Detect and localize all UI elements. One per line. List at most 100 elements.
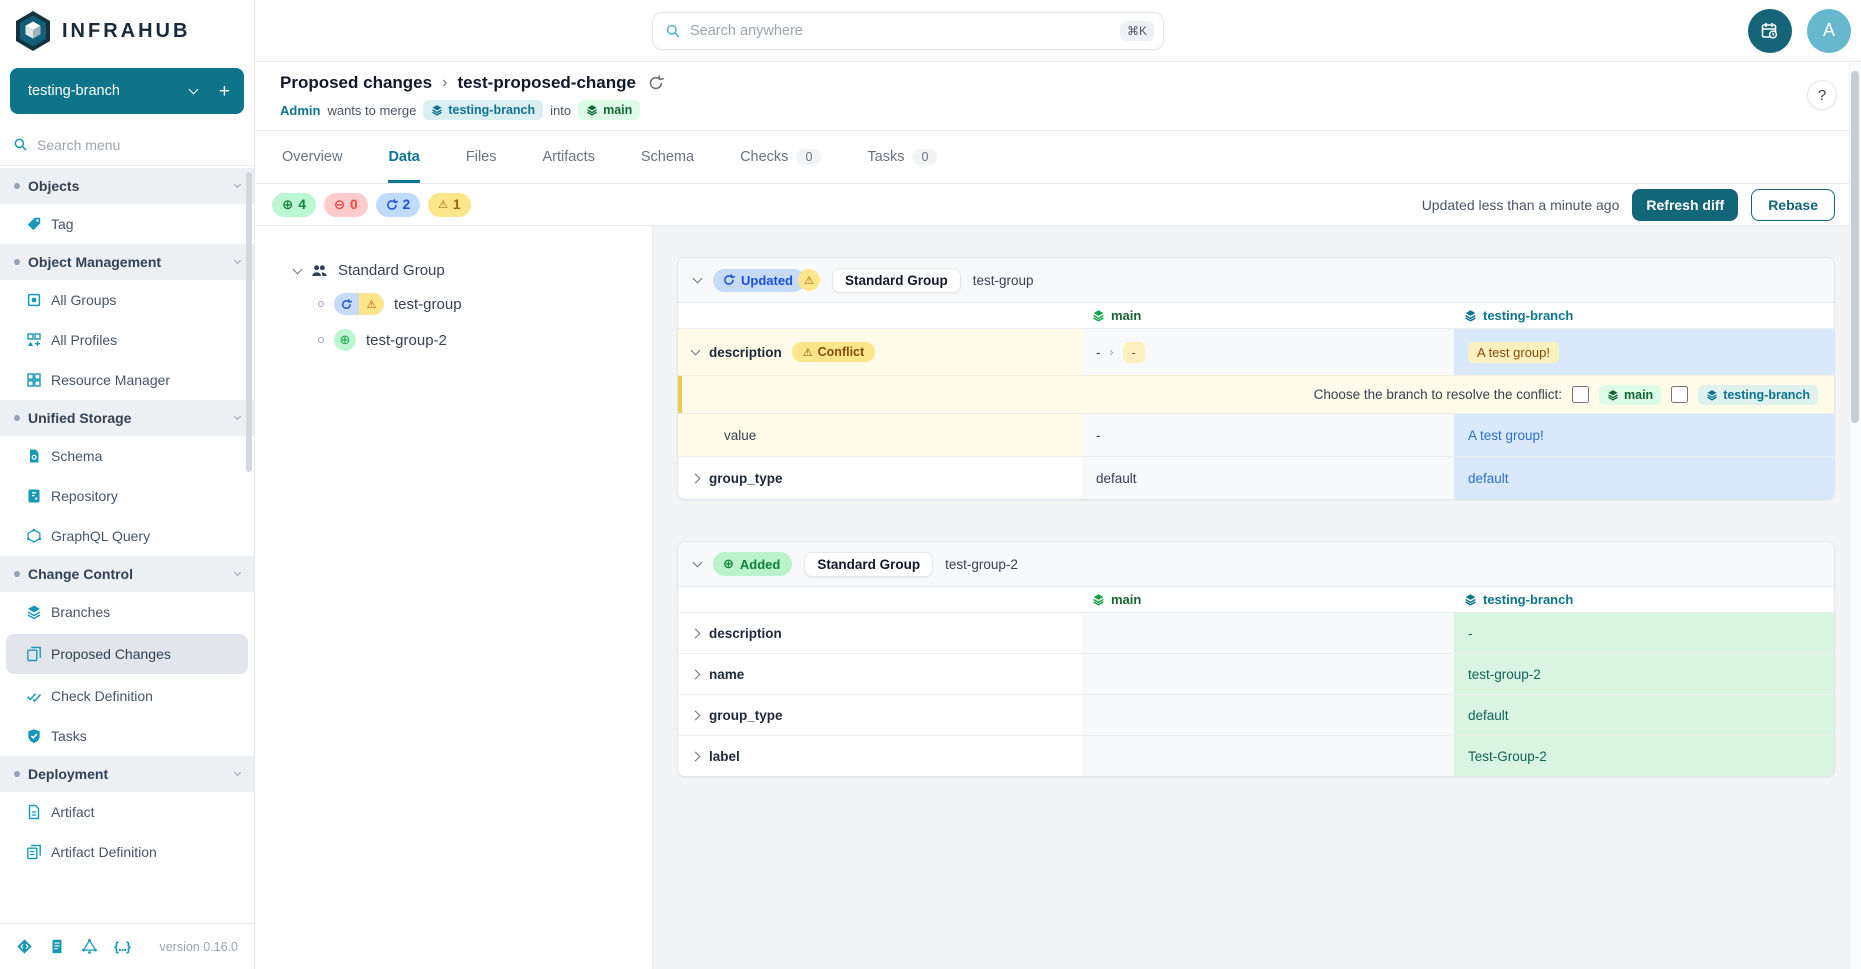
add-branch-button[interactable]: + [219,82,230,101]
breadcrumb-parent[interactable]: Proposed changes [280,73,432,93]
documents-icon [26,844,42,860]
last-updated-text: Updated less than a minute ago [1422,197,1620,213]
diff-row-label[interactable]: label Test-Group-2 [678,735,1834,776]
sidebar-item-all-groups[interactable]: All Groups [0,280,254,320]
diff-row-group-type[interactable]: group_type default default [678,456,1834,499]
resolve-main-badge[interactable]: main [1599,385,1661,405]
tab-checks[interactable]: Checks0 [740,131,821,183]
menu-section-objects[interactable]: Objects [0,168,254,204]
branch-icon [1464,309,1477,322]
main-value-cell: - › - [1082,329,1454,375]
tree-node-label: test-group [394,296,462,313]
main-value-cell [1082,654,1454,694]
sidebar-item-repository[interactable]: Repository [0,476,254,516]
tree-node-standard-group[interactable]: Standard Group [294,262,652,279]
sidebar-item-artifact[interactable]: Artifact [0,792,254,832]
tree-bullet-icon [318,337,324,343]
main-value-cell: default [1082,457,1454,499]
menu-section-change-control[interactable]: Change Control [0,556,254,592]
menu-search-input[interactable] [37,137,197,153]
shield-check-icon [26,728,42,744]
sidebar-menu: Objects Tag Object Management [0,166,254,923]
section-label: Objects [28,178,79,194]
circle-plus-icon: ⊕ [282,197,293,213]
rebase-button[interactable]: Rebase [1751,189,1835,221]
tab-files[interactable]: Files [466,131,497,183]
tree-node-test-group-2[interactable]: ⊕ test-group-2 [318,329,652,351]
repository-icon [26,488,42,504]
diff-card-test-group: Updated ⚠ Standard Group test-group main [677,257,1835,500]
tasks-count-badge: 0 [912,149,937,165]
sidebar-item-label: Check Definition [51,688,153,704]
sync-icon [334,293,359,315]
menu-section-deployment[interactable]: Deployment [0,756,254,792]
resolve-branch-checkbox[interactable] [1671,386,1688,403]
resolve-branch-badge[interactable]: testing-branch [1698,385,1818,405]
sidebar-item-artifact-definition[interactable]: Artifact Definition [0,832,254,872]
diff-row-name[interactable]: name test-group-2 [678,653,1834,694]
merge-author: Admin [280,103,320,118]
diff-card-header[interactable]: ⊕ Added Standard Group test-group-2 [678,542,1834,587]
sidebar-item-resource-manager[interactable]: Resource Manager [0,360,254,400]
tab-overview[interactable]: Overview [282,131,342,183]
branch-icon [1092,309,1105,322]
chevron-down-icon [693,274,703,284]
sidebar-item-branches[interactable]: Branches [0,592,254,632]
swagger-braces-icon[interactable]: {...} [114,939,130,954]
sidebar-item-tasks[interactable]: Tasks [0,716,254,756]
diff-row-group-type[interactable]: group_type default [678,694,1834,735]
graphql-playground-icon[interactable] [81,938,98,955]
window-scrollbar-thumb[interactable] [1851,71,1859,423]
docs-icon[interactable] [49,938,65,955]
status-updated-badge: Updated ⚠ [713,269,820,292]
source-branch-badge[interactable]: testing-branch [423,100,543,120]
branch-icon [1706,389,1718,401]
menu-search[interactable] [0,124,254,166]
branch-value-cell: A test group! [1454,329,1834,375]
tab-data[interactable]: Data [388,131,419,183]
sidebar-item-graphql-query[interactable]: GraphQL Query [0,516,254,556]
tab-bar: Overview Data Files Artifacts Schema Che… [256,131,1861,184]
warning-icon: ⚠ [798,269,820,291]
sidebar-item-label: Artifact [51,804,95,820]
tree-node-test-group[interactable]: ⚠ test-group [318,293,652,315]
window-scrollbar[interactable] [1849,63,1861,969]
section-label: Object Management [28,254,161,270]
conflict-resolve-row: Choose the branch to resolve the conflic… [678,375,1834,413]
tab-artifacts[interactable]: Artifacts [543,131,595,183]
shortcut-kbd: ⌘K [1120,21,1154,41]
avatar[interactable]: A [1807,9,1851,53]
property-name: group_type [709,708,783,723]
branch-selector[interactable]: testing-branch + [10,68,244,114]
refresh-diff-button[interactable]: Refresh diff [1632,189,1738,221]
diff-row-description[interactable]: description ⚠ Conflict - › - A [678,328,1834,375]
resolve-label: Choose the branch to resolve the conflic… [1314,387,1562,402]
help-button[interactable]: ? [1807,80,1837,110]
global-search[interactable]: ⌘K [652,12,1164,50]
resolve-main-checkbox[interactable] [1572,386,1589,403]
menu-section-object-management[interactable]: Object Management [0,244,254,280]
menu-section-unified-storage[interactable]: Unified Storage [0,400,254,436]
diff-column-headers: main testing-branch [678,303,1834,328]
logo[interactable]: INFRAHUB [0,0,254,62]
diff-card-header[interactable]: Updated ⚠ Standard Group test-group [678,258,1834,303]
sidebar-item-tag[interactable]: Tag [0,204,254,244]
tab-schema[interactable]: Schema [641,131,694,183]
sidebar-item-schema[interactable]: Schema [0,436,254,476]
tag-icon [26,216,42,232]
target-branch-badge[interactable]: main [578,100,640,120]
schema-icon [26,448,42,464]
chevron-down-icon [234,569,241,576]
document-icon [26,804,42,820]
sidebar-item-all-profiles[interactable]: All Profiles [0,320,254,360]
code-diamond-icon[interactable] [16,938,33,955]
sidebar-item-proposed-changes[interactable]: Proposed Changes [6,634,248,674]
target-branch-name: main [603,103,632,117]
tab-tasks[interactable]: Tasks0 [867,131,937,183]
sidebar-scrollbar[interactable] [246,172,252,472]
diff-row-description[interactable]: description - [678,612,1834,653]
time-travel-button[interactable] [1748,9,1792,53]
reload-icon[interactable] [648,75,664,91]
sidebar-item-check-definition[interactable]: Check Definition [0,676,254,716]
global-search-input[interactable] [690,23,1111,39]
